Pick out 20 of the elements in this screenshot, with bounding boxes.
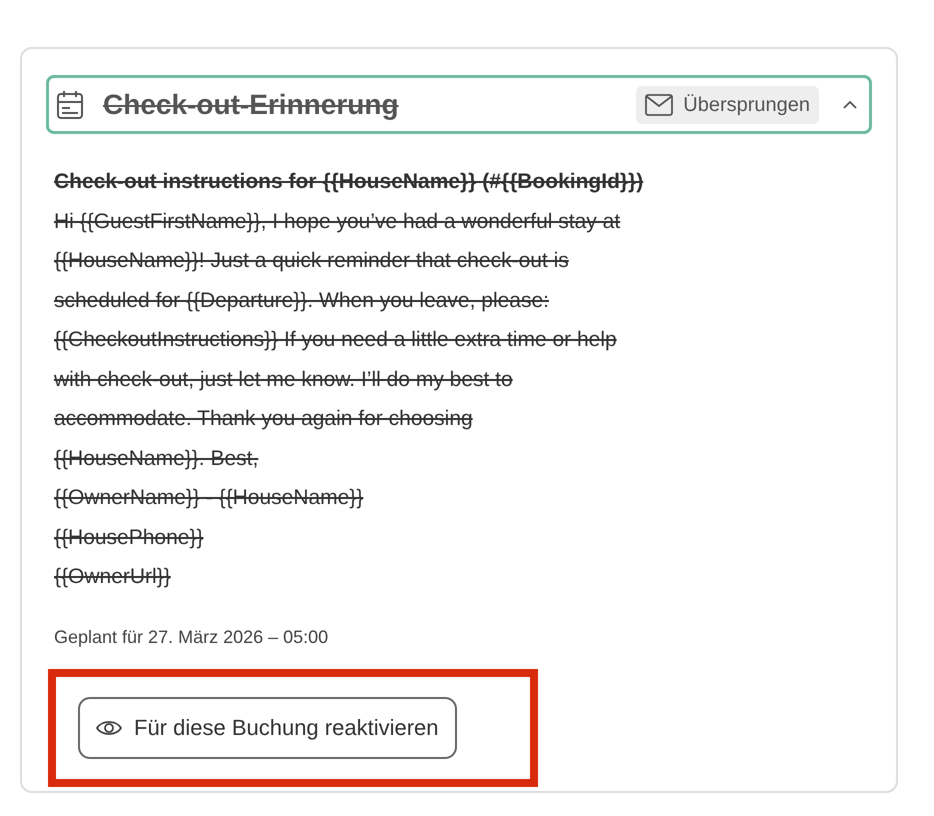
calendar-icon: [57, 90, 83, 120]
card-header[interactable]: Check-out-Erinnerung Übersprungen: [46, 75, 872, 134]
message-line: with check-out, just let me know. I’ll do my best to: [54, 366, 514, 392]
message-line: {{HousePhone}}: [54, 524, 204, 550]
message-line: {{HouseName}}! Just a quick reminder that check-out is: [54, 248, 570, 274]
message-line: {{HouseName}}. Best,: [54, 446, 260, 472]
message-line: {{CheckoutInstructions}} If you need a little extra time or help: [54, 327, 618, 353]
chevron-icon[interactable]: [843, 100, 857, 108]
message-line: {{OwnerUrl}}: [54, 564, 172, 590]
message-line: scheduled for {{Departure}}. When you leave, please:: [54, 288, 550, 314]
message-line: accommodate. Thank you again for choosing: [54, 406, 474, 432]
message-line: Hi {{GuestFirstName}}, I hope you’ve had a wonderful stay at: [54, 208, 622, 234]
status-badge: Übersprungen: [636, 86, 819, 124]
eye-icon: [96, 718, 122, 736]
message-subject: Check-out instructions for {{HouseName}} (#{{BookingId}}): [54, 169, 644, 195]
envelope-icon: [645, 94, 674, 116]
schedule-text: Geplant für 27. März 2026 – 05:00: [54, 626, 330, 648]
card-title: Check-out-Erinnerung: [103, 88, 399, 122]
reactivate-button[interactable]: Für diese Buchung reaktivieren: [78, 696, 456, 758]
message-line: {{OwnerName}} - {{HouseName}}: [54, 485, 364, 511]
